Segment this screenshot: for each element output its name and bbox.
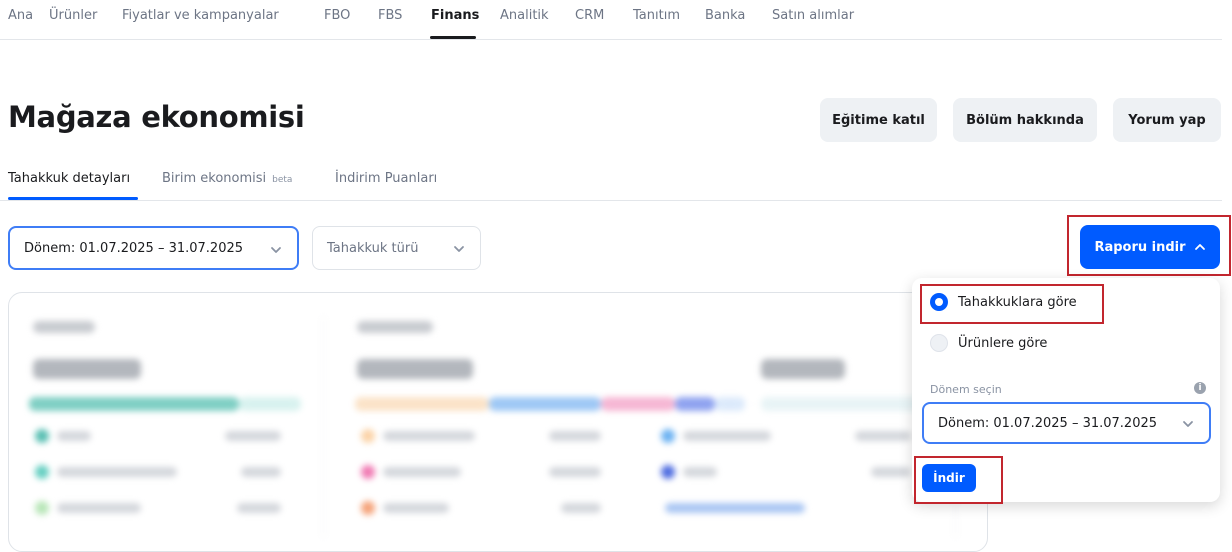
info-icon[interactable]: i	[1194, 382, 1206, 394]
highlight-submit-button	[914, 456, 1003, 504]
chevron-down-icon	[271, 247, 281, 253]
blurred-content	[9, 293, 987, 551]
report-period-value: Dönem: 01.07.2025 – 31.07.2025	[938, 415, 1158, 431]
option-by-products[interactable]: Ürünlere göre	[930, 334, 1047, 352]
feedback-button[interactable]: Yorum yap	[1113, 98, 1221, 142]
nav-item-banka[interactable]: Banka	[705, 8, 745, 23]
accrual-type-select-value: Tahakkuk türü	[327, 240, 419, 256]
page-title: Mağaza ekonomisi	[8, 100, 305, 134]
period-select[interactable]: Dönem: 01.07.2025 – 31.07.2025	[8, 226, 299, 270]
nav-item-analitik[interactable]: Analitik	[500, 8, 549, 23]
sub-tabs: Tahakkuk detayları Birim ekonomisi beta İ…	[0, 160, 1222, 201]
chevron-down-icon	[1183, 421, 1193, 427]
period-select-value: Dönem: 01.07.2025 – 31.07.2025	[24, 240, 244, 256]
tab-accrual-details[interactable]: Tahakkuk detayları	[8, 171, 130, 186]
nav-item-urunler[interactable]: Ürünler	[49, 8, 97, 23]
tab-unit-economics-label: Birim ekonomisi	[162, 171, 267, 186]
nav-item-finans[interactable]: Finans	[431, 8, 479, 23]
tab-unit-economics[interactable]: Birim ekonomisi beta	[162, 171, 292, 186]
period-field-label: Dönem seçin	[930, 383, 1002, 396]
nav-item-fbs[interactable]: FBS	[378, 8, 402, 23]
nav-item-satin-alimlar[interactable]: Satın alımlar	[772, 8, 854, 23]
accrual-type-select[interactable]: Tahakkuk türü	[312, 226, 481, 270]
nav-item-fbo[interactable]: FBO	[324, 8, 350, 23]
subtab-active-indicator	[8, 197, 138, 200]
nav-item-crm[interactable]: CRM	[575, 8, 604, 23]
tab-discount-points[interactable]: İndirim Puanları	[335, 171, 437, 186]
option-by-products-label: Ürünlere göre	[958, 335, 1048, 351]
training-button[interactable]: Eğitime katıl	[820, 98, 937, 142]
top-navigation: Ana Ürünler Fiyatlar ve kampanyalar FBO …	[0, 0, 1222, 40]
nav-active-indicator	[430, 36, 476, 39]
beta-badge: beta	[272, 175, 293, 185]
about-section-button[interactable]: Bölüm hakkında	[953, 98, 1097, 142]
radio-unselected-icon	[930, 334, 948, 352]
summary-card	[8, 292, 988, 552]
highlight-accruals-option	[920, 284, 1104, 324]
nav-item-tanitim[interactable]: Tanıtım	[633, 8, 680, 23]
report-period-select[interactable]: Dönem: 01.07.2025 – 31.07.2025	[922, 402, 1211, 444]
nav-item-ana[interactable]: Ana	[8, 8, 33, 23]
highlight-download-button	[1067, 215, 1231, 276]
nav-item-fiyatlar[interactable]: Fiyatlar ve kampanyalar	[122, 8, 279, 23]
chevron-down-icon	[454, 246, 464, 252]
